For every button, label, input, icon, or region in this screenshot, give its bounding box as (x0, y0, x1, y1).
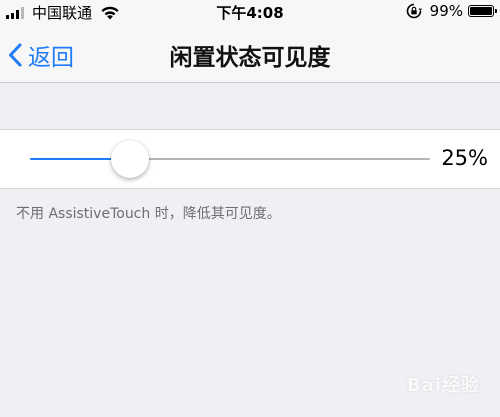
rotation-lock-icon (406, 3, 422, 19)
watermark: Bai经验 (406, 375, 480, 396)
status-right: 99% (406, 2, 497, 20)
battery-percent: 99% (429, 2, 463, 20)
opacity-slider-cell: 25% (0, 129, 500, 189)
status-bar: 中国联通 下午4:08 99% (0, 0, 500, 24)
screen: 中国联通 下午4:08 99% 返回 闲置状态可见度 25% 不用 Assist… (0, 0, 500, 417)
slider-thumb[interactable] (111, 140, 149, 178)
opacity-slider[interactable] (30, 140, 430, 178)
page-title: 闲置状态可见度 (169, 45, 331, 71)
navigation-bar: 返回 闲置状态可见度 (0, 24, 500, 83)
battery-icon (468, 5, 497, 17)
slider-value-label: 25% (441, 146, 488, 170)
footer-description: 不用 AssistiveTouch 时，降低其可见度。 (16, 206, 281, 222)
